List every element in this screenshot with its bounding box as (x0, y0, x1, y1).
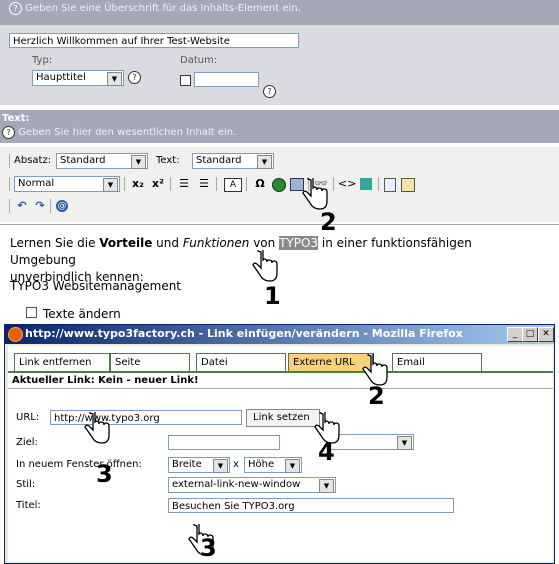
callout-number-1: 1 (264, 282, 281, 310)
chevron-down-icon: ▼ (107, 72, 122, 86)
target-input[interactable] (168, 435, 280, 450)
title-input[interactable]: Besuchen Sie TYPO3.org (168, 498, 454, 513)
toolbar-separator (9, 177, 10, 191)
insert-link-icon[interactable] (272, 178, 286, 192)
callout-number-4: 4 (318, 438, 335, 466)
callout-number-3: 3 (96, 460, 113, 488)
toolbar-separator (216, 177, 217, 191)
tab-underline (8, 371, 553, 373)
chevron-down-icon: ▼ (397, 436, 412, 450)
toolbar-separator (124, 177, 125, 191)
callout-number-2: 2 (368, 382, 385, 410)
list-marker-icon (26, 307, 37, 318)
ordered-list-icon[interactable]: ☰ (176, 177, 192, 191)
style-label: Stil: (16, 479, 36, 490)
target-select[interactable]: ▼ (330, 434, 414, 450)
toolbar-separator (246, 177, 247, 191)
new-window-label: In neuem Fenster öffnen: (16, 459, 142, 470)
header-help-band: ? Geben Sie eine Überschrift für das Inh… (0, 0, 559, 25)
text-section-band: Text: ? Geben Sie hier den wesentlichen … (0, 110, 559, 143)
chevron-down-icon: ▼ (213, 459, 228, 473)
paste-icon[interactable] (401, 178, 415, 192)
dialog-title: http://www.typo3factory.ch - Link einfüg… (25, 327, 463, 340)
type-label: Typ: (32, 55, 53, 66)
text-color-button[interactable]: A (224, 178, 242, 192)
highlight-icon[interactable] (360, 178, 372, 190)
unordered-list-icon[interactable]: ☰ (196, 177, 212, 191)
help-icon[interactable]: ? (9, 2, 22, 15)
pointer-hand-icon (84, 412, 110, 444)
close-button[interactable]: ✕ (538, 327, 554, 342)
header-help-text: Geben Sie eine Überschrift für das Inhal… (25, 3, 301, 14)
undo-icon[interactable]: ↶ (14, 199, 30, 213)
chevron-down-icon: ▼ (285, 459, 300, 473)
width-select[interactable]: Breite ▼ (168, 457, 230, 473)
selected-text[interactable]: TYPO3 (279, 236, 319, 250)
toolbar-separator (9, 199, 10, 213)
style-select[interactable]: external-link-new-window ▼ (168, 477, 336, 493)
toolbar-separator (378, 177, 379, 191)
title-label: Titel: (16, 500, 41, 511)
current-link-info: Aktueller Link: Kein - neuer Link! (12, 375, 199, 386)
type-select[interactable]: Haupttitel ▼ (32, 70, 124, 86)
text-section-title: Text: (2, 113, 30, 124)
date-label: Datum: (180, 55, 218, 66)
maximize-button[interactable]: □ (522, 327, 538, 342)
toolbar-separator (170, 177, 171, 191)
editor-paragraph-2: TYPO3 Websitemanagement (10, 279, 182, 293)
text-style-select[interactable]: Standard ▼ (192, 153, 274, 169)
headline-input[interactable]: Herzlich Willkommen auf Ihrer Test-Websi… (9, 33, 299, 48)
block-format-select[interactable]: Normal ▼ (14, 176, 120, 192)
callout-number-3: 3 (200, 534, 217, 562)
tab-email[interactable]: Email (392, 353, 482, 371)
target-label: Ziel: (16, 437, 38, 448)
chevron-down-icon: ▼ (319, 479, 334, 493)
html-source-icon[interactable]: <> (338, 177, 356, 191)
pointer-hand-icon (302, 178, 328, 210)
firefox-icon (8, 327, 23, 342)
absatz-select[interactable]: Standard ▼ (56, 153, 148, 169)
absatz-label: Absatz: (14, 155, 52, 166)
url-label: URL: (16, 412, 40, 423)
tab-link-remove[interactable]: Link entfernen (14, 353, 110, 371)
chevron-down-icon: ▼ (131, 155, 146, 169)
subscript-icon[interactable]: x₂ (130, 177, 146, 191)
text-section-help: Geben Sie hier den wesentlichen Inhalt e… (18, 127, 237, 138)
redo-icon[interactable]: ↷ (32, 199, 48, 213)
copy-icon[interactable] (384, 178, 396, 192)
minimize-button[interactable]: _ (507, 327, 523, 342)
superscript-icon[interactable]: x² (150, 177, 166, 191)
date-checkbox[interactable] (180, 75, 191, 86)
dialog-titlebar: http://www.typo3factory.ch - Link einfüg… (5, 325, 554, 344)
chevron-down-icon: ▼ (103, 178, 118, 192)
pointer-hand-icon (252, 250, 278, 282)
toolbar-separator (333, 177, 334, 191)
tab-file[interactable]: Datei (196, 353, 286, 371)
help-icon[interactable]: ? (2, 126, 15, 139)
chevron-down-icon: ▼ (257, 155, 272, 169)
help-icon[interactable]: @ (56, 200, 68, 212)
date-input[interactable] (194, 72, 259, 87)
callout-number-2: 2 (320, 208, 337, 236)
special-char-icon[interactable]: Ω (252, 177, 268, 191)
set-link-button[interactable]: Link setzen (246, 409, 320, 427)
height-select[interactable]: Höhe ▼ (244, 457, 302, 473)
help-icon[interactable]: ? (128, 71, 141, 84)
tab-page[interactable]: Seite (110, 353, 190, 371)
url-input[interactable]: http://www.typo3.org (50, 410, 242, 425)
info-underline (8, 388, 553, 389)
toolbar-separator (50, 199, 51, 213)
dimension-separator: x (233, 459, 239, 470)
text-style-label: Text: (156, 155, 180, 166)
editor-list-item: Texte ändern (26, 307, 121, 321)
toolbar-separator (9, 154, 10, 168)
help-icon[interactable]: ? (263, 85, 276, 98)
